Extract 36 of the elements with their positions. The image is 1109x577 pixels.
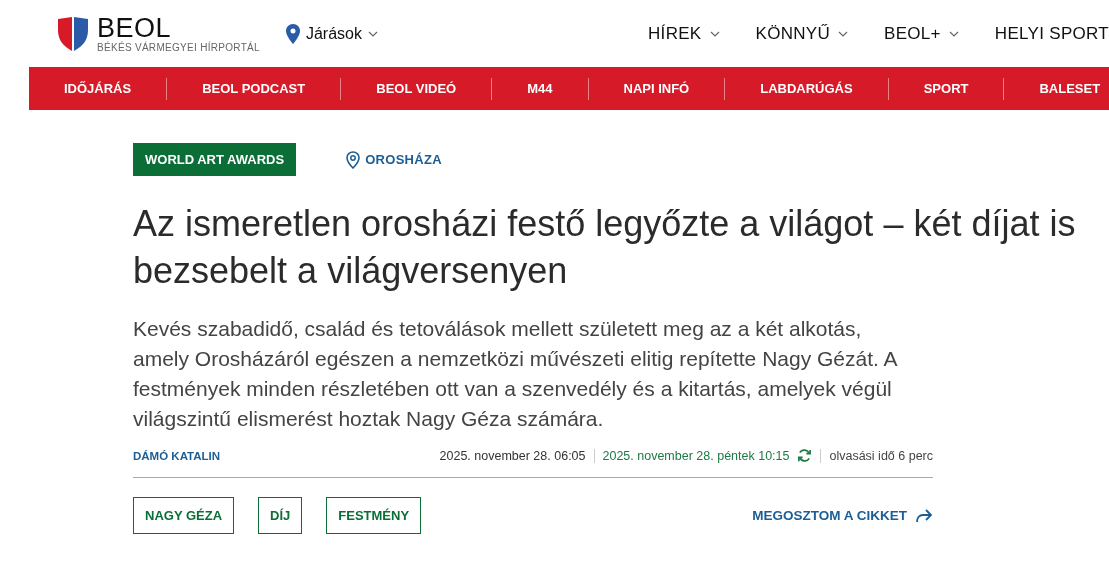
tag-button[interactable]: DÍJ [258,497,303,534]
location-link[interactable]: OROSHÁZA [346,150,442,169]
site-tagline: BÉKÉS VÁRMEGYEI HÍRPORTÁL [97,41,260,53]
share-link[interactable]: MEGOSZTOM A CIKKET [752,507,933,524]
category-link[interactable]: LABDARÚGÁS [724,77,888,100]
chevron-down-icon [709,30,720,37]
category-link[interactable]: BEOL VIDEÓ [340,77,492,100]
article-title: Az ismeretlen orosházi festő legyőzte a világot – két díjat is bezsebelt a világversenyen [133,202,1077,293]
published-date: 2025. november 28. 06:05 [439,448,586,463]
refresh-icon [797,448,813,463]
category-link[interactable]: NAPI INFÓ [587,77,725,100]
updated-date: 2025. november 28. péntek 10:15 [602,448,790,463]
article-lead: Kevés szabadidő, család és tetoválások mellett született meg az a két alkotás, amely Orosházáról egészen a nemzetközi művészeti elitig repítette Nagy Gézát. A festmények minden részletében ott van a szenvedély és a kitartás, amelyek végül világszintű elismerést hoztak Nagy Géza számára. [133,316,898,432]
tag-button[interactable]: FESTMÉNY [326,497,422,534]
main-nav-item[interactable]: BEOL+ [884,23,959,44]
author-link[interactable]: DÁMÓ KATALIN [133,449,221,462]
chevron-down-icon [948,30,959,37]
category-link[interactable]: BALESET [1003,77,1109,100]
main-nav-item[interactable]: KÖNNYŰ [755,23,849,44]
category-link[interactable]: M44 [491,77,588,100]
main-nav-item[interactable]: HÍREK [648,23,720,44]
shield-logo-icon[interactable] [57,15,89,52]
chevron-down-icon [367,30,378,37]
reading-time: olvasási idő 6 perc [829,448,933,463]
tag-button[interactable]: NAGY GÉZA [133,497,235,534]
category-link[interactable]: SPORT [887,77,1004,100]
category-link[interactable]: BEOL PODCAST [166,77,341,100]
site-name[interactable]: BEOL [97,14,260,41]
share-arrow-icon [915,507,933,524]
main-nav-item[interactable]: HELYI SPORT [994,23,1109,44]
location-pin-icon [346,150,361,169]
chevron-down-icon [838,30,849,37]
category-link[interactable]: IDŐJÁRÁS [29,77,167,100]
category-label[interactable]: WORLD ART AWARDS [133,143,297,176]
districts-menu[interactable]: Járások [285,23,378,44]
location-pin-icon [285,23,300,44]
